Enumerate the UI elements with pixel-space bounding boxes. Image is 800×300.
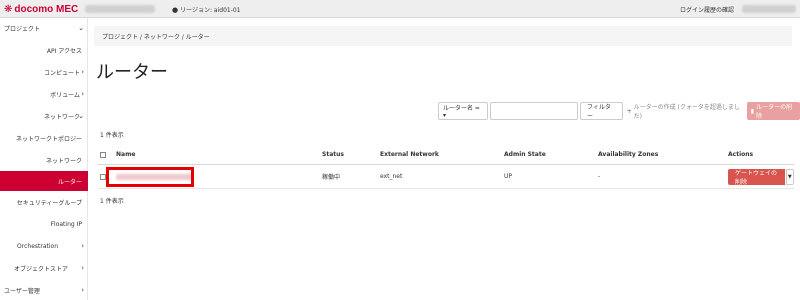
trash-icon: ▮: [750, 107, 755, 115]
router-availability-zones: -: [598, 173, 601, 180]
item-count-top: 1 件表示: [100, 132, 124, 139]
create-router-label: ルーターの作成 (クォータを超過しました): [633, 104, 740, 120]
sidebar-item-label: コンピュート: [43, 69, 80, 77]
filter-input[interactable]: [490, 102, 578, 120]
sidebar-item-label: ネットワーク: [45, 157, 82, 165]
col-external-network[interactable]: External Network: [380, 145, 439, 164]
clear-gateway-button[interactable]: ゲートウェイの削除: [728, 168, 785, 186]
chevron-down-icon: ⌄: [78, 24, 84, 32]
col-admin-state[interactable]: Admin State: [504, 145, 546, 164]
chevron-right-icon: ›: [81, 286, 84, 294]
delete-routers-button[interactable]: ▮ ルーターの削除: [746, 102, 800, 120]
plus-icon: +: [626, 107, 632, 115]
login-history-link[interactable]: ログイン履歴の確認: [680, 5, 734, 14]
chevron-right-icon: ›: [81, 68, 84, 76]
sidebar-item-label: ユーザー管理: [4, 287, 40, 295]
table-header: Name Status External Network Admin State…: [98, 145, 794, 165]
sidebar-item-label: ネットワークトポロジー: [15, 135, 82, 143]
sidebar-item-routers[interactable]: ルーター: [0, 171, 88, 191]
col-name[interactable]: Name: [116, 145, 135, 164]
sidebar-item-user-management[interactable]: ユーザー管理 ›: [0, 280, 88, 300]
sidebar-item-orchestration[interactable]: Orchestration ›: [0, 236, 88, 256]
page-title: ルーター: [96, 62, 168, 83]
sidebar-item-api-access[interactable]: API アクセス: [0, 40, 88, 60]
user-menu[interactable]: [742, 5, 796, 13]
table-toolbar: ルーター名 = ▾ フィルター + ルーターの作成 (クォータを超過しました) …: [438, 102, 800, 120]
sidebar-item-label: プロジェクト: [4, 25, 41, 33]
sidebar-item-label: Floating IP: [50, 220, 82, 228]
delete-routers-label: ルーターの削除: [756, 104, 793, 120]
filter-button[interactable]: フィルター: [580, 102, 623, 120]
sidebar-item-object-store[interactable]: オブジェクトストア ›: [0, 258, 88, 278]
sidebar-item-floating-ip[interactable]: Floating IP: [0, 214, 88, 234]
sidebar-item-network-topology[interactable]: ネットワークトポロジー: [0, 128, 88, 148]
sidebar-item-compute[interactable]: コンピュート ›: [0, 62, 88, 82]
more-actions-button[interactable]: ▼: [785, 168, 794, 185]
sidebar-item-label: ルーター: [57, 178, 82, 186]
caret-down-icon: ▼: [787, 173, 792, 180]
globe-icon: ●: [172, 5, 179, 14]
chevron-right-icon: ›: [81, 90, 84, 98]
sidebar-item-project[interactable]: プロジェクト ⌄: [0, 18, 88, 38]
sidebar-item-label: オブジェクトストア: [13, 265, 68, 273]
create-router-button[interactable]: + ルーターの作成 (クォータを超過しました): [627, 102, 743, 120]
region-label: リージョン: aid01-01: [180, 7, 241, 14]
item-count-bottom: 1 件表示: [100, 198, 124, 205]
sidebar: プロジェクト ⌄ API アクセス コンピュート › ボリューム › ネットワー…: [0, 18, 88, 300]
col-status[interactable]: Status: [322, 145, 344, 164]
chevron-down-icon: ⌄: [78, 112, 84, 120]
region-selector[interactable]: ● リージョン: aid01-01: [172, 5, 241, 15]
sidebar-item-label: Orchestration: [17, 242, 58, 250]
brand[interactable]: ❋ docomo MEC: [4, 3, 78, 15]
router-external-network: ext_net: [380, 173, 403, 180]
router-status: 稼働中: [322, 174, 341, 181]
project-selector[interactable]: [85, 5, 155, 13]
breadcrumb: プロジェクト / ネットワーク / ルーター: [94, 26, 792, 46]
main-content: プロジェクト / ネットワーク / ルーター ルーター ルーター名 = ▾ フィ…: [88, 18, 800, 300]
row-actions: ゲートウェイの削除 ▼: [728, 165, 794, 188]
col-actions: Actions: [728, 151, 754, 158]
checkbox[interactable]: [100, 151, 106, 158]
sidebar-item-security-groups[interactable]: セキュリティーグループ: [0, 192, 88, 212]
highlight-box: [106, 167, 194, 187]
sidebar-item-label: ボリューム: [50, 91, 80, 99]
sidebar-item-label: セキュリティーグループ: [16, 199, 82, 207]
table-row: 稼働中 ext_net UP - ゲートウェイの削除 ▼: [98, 165, 794, 189]
sidebar-item-label: API アクセス: [46, 47, 82, 55]
select-all-checkbox[interactable]: [100, 145, 106, 164]
docomo-logo-icon: ❋: [4, 3, 13, 15]
routers-table: Name Status External Network Admin State…: [98, 145, 794, 189]
sidebar-item-network-group[interactable]: ネットワーク ⌄: [0, 106, 88, 126]
filter-field-select[interactable]: ルーター名 = ▾: [438, 102, 488, 120]
col-availability-zones[interactable]: Availability Zones: [598, 145, 658, 164]
router-admin-state: UP: [504, 173, 513, 180]
chevron-right-icon: ›: [81, 242, 84, 250]
top-navbar: ❋ docomo MEC ● リージョン: aid01-01 ログイン履歴の確認: [0, 0, 800, 18]
chevron-right-icon: ›: [81, 264, 84, 272]
sidebar-item-volume[interactable]: ボリューム ›: [0, 84, 88, 104]
sidebar-item-networks[interactable]: ネットワーク: [0, 150, 88, 170]
sidebar-item-label: ネットワーク: [43, 113, 80, 121]
brand-name: docomo MEC: [14, 3, 79, 15]
